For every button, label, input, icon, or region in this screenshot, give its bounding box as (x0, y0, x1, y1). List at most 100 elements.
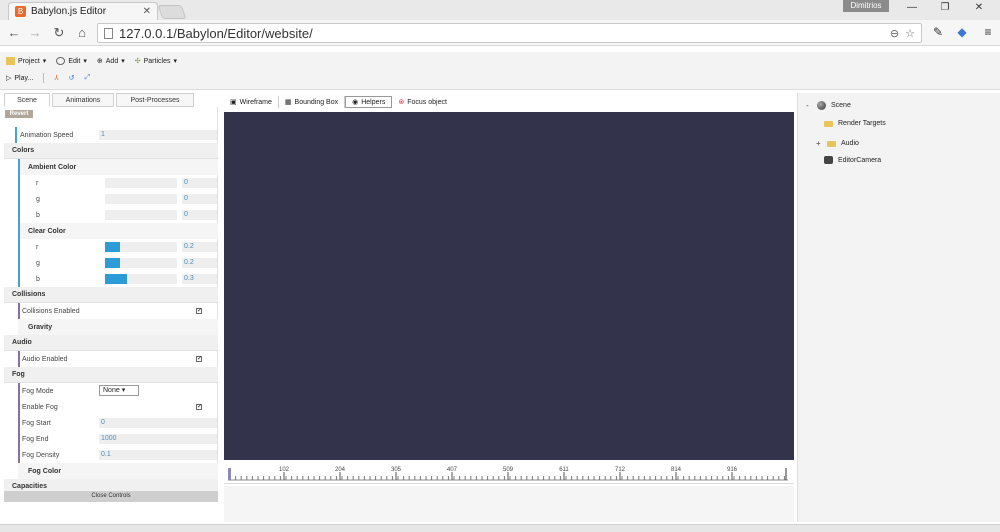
ruler-tick-label: 305 (391, 467, 402, 473)
tab-scene[interactable]: Scene (4, 93, 50, 107)
transform-scale-icon[interactable]: ⤢ (84, 74, 90, 82)
gravity-section[interactable]: Gravity (18, 319, 218, 335)
forward-arrow-icon[interactable]: → (27, 25, 43, 41)
particles-menu[interactable]: ✣ Particles ▾ (134, 57, 177, 66)
collapse-toggle-icon[interactable]: - (806, 101, 812, 110)
browser-tab[interactable]: B Babylon.js Editor ✕ (8, 2, 158, 20)
restore-icon[interactable]: ❐ (936, 2, 954, 13)
fog-mode-select[interactable]: None ▾ (99, 385, 139, 396)
address-bar[interactable]: 127.0.0.1/Babylon/Editor/website/ ⊖ ☆ (97, 23, 922, 43)
play-icon: ▷ (6, 75, 12, 82)
ambient-b-input[interactable]: 0 (182, 210, 217, 220)
ruler-tick-label: 407 (447, 467, 458, 473)
3d-viewport-canvas[interactable] (224, 112, 794, 460)
reload-icon[interactable]: ↻ (51, 25, 67, 41)
clear-r-slider[interactable] (105, 242, 177, 252)
scene-graph-panel: - Scene Render Targets + Audio EditorCam… (797, 93, 1000, 522)
ambient-g-input[interactable]: 0 (182, 194, 217, 204)
clear-b-input[interactable]: 0.3 (182, 274, 217, 284)
collisions-section[interactable]: Collisions (4, 287, 218, 303)
tree-item-editor-camera[interactable]: EditorCamera (824, 156, 881, 164)
colors-section[interactable]: Colors (4, 143, 218, 159)
clear-g-slider[interactable] (105, 258, 177, 268)
revert-button[interactable]: Revert (5, 110, 33, 118)
tab-post-processes[interactable]: Post-Processes (116, 93, 194, 107)
viewport-tabs: ▣ Wireframe ▦ Bounding Box ◉ Helpers ⊛ F… (224, 96, 453, 108)
enable-fog-row: Enable Fog ✓ (22, 403, 203, 411)
fog-section[interactable]: Fog (4, 367, 218, 383)
fog-color-section[interactable]: Fog Color (18, 463, 218, 479)
bounding-box-icon: ▦ (284, 99, 292, 106)
tree-item-audio[interactable]: + Audio (816, 139, 859, 148)
ruler-tick-label: 102 (279, 467, 290, 473)
ambient-color-section[interactable]: Ambient Color (18, 159, 218, 175)
tree-item-render-targets[interactable]: Render Targets (824, 120, 886, 127)
project-menu[interactable]: Project ▾ (6, 57, 46, 65)
eyedropper-extension-icon[interactable]: ✎ (930, 25, 946, 39)
close-controls-button[interactable]: Close Controls (4, 491, 218, 502)
animation-speed-input[interactable]: 1 (99, 130, 217, 140)
fog-end-input[interactable]: 1000 (99, 434, 217, 444)
fog-start-input[interactable]: 0 (99, 418, 217, 428)
tab-wireframe[interactable]: ▣ Wireframe (224, 96, 279, 108)
bookmark-star-icon[interactable]: ☆ (905, 27, 915, 40)
bottom-panel (224, 486, 794, 522)
tab-helpers[interactable]: ◉ Helpers (345, 96, 393, 108)
add-menu[interactable]: ⊕ Add ▾ (96, 57, 125, 66)
camera-icon (824, 156, 833, 164)
browser-menu-icon[interactable]: ≡ (980, 25, 996, 39)
fog-end-row: Fog End 1000 (4, 431, 218, 447)
transform-position-icon[interactable]: ⅄ (54, 74, 58, 82)
tab-animations[interactable]: Animations (52, 93, 114, 107)
url-text[interactable]: 127.0.0.1/Babylon/Editor/website/ (119, 26, 890, 41)
new-tab-button[interactable] (157, 5, 187, 19)
fog-density-input[interactable]: 0.1 (99, 450, 217, 460)
collisions-enabled-checkbox[interactable]: ✓ (196, 308, 202, 314)
extension-diamond-icon[interactable]: ◆ (954, 25, 970, 39)
fog-mode-row: Fog Mode None ▾ (4, 383, 218, 399)
enable-fog-checkbox[interactable]: ✓ (196, 404, 202, 410)
folder-icon (827, 140, 836, 147)
timeline-cursor[interactable] (228, 468, 231, 480)
gear-icon (56, 57, 66, 65)
clear-color-section[interactable]: Clear Color (18, 223, 218, 239)
timeline-ruler[interactable]: 102 204 305 407 509 611 712 814 916 (228, 464, 788, 482)
clear-b-slider[interactable] (105, 274, 177, 284)
status-bar (0, 524, 1000, 532)
minimize-icon[interactable]: — (903, 2, 921, 13)
ambient-g-slider[interactable] (105, 194, 177, 204)
ambient-r-input[interactable]: 0 (182, 178, 217, 188)
audio-enabled-row: Audio Enabled ✓ (22, 355, 203, 363)
timeline[interactable]: 102 204 305 407 509 611 712 814 916 (224, 462, 794, 484)
browser-titlebar: B Babylon.js Editor ✕ Dimitrios — ❐ ✕ (0, 0, 1000, 20)
tab-close-icon[interactable]: ✕ (143, 6, 151, 17)
ambient-r-slider[interactable] (105, 178, 177, 188)
profile-badge[interactable]: Dimitrios (843, 0, 889, 12)
page-icon (104, 27, 113, 39)
transform-rotate-icon[interactable]: ↺ (69, 74, 75, 82)
expand-toggle-icon[interactable]: + (816, 139, 822, 148)
tree-item-scene[interactable]: - Scene (806, 101, 851, 110)
zoom-icon[interactable]: ⊖ (890, 27, 899, 40)
audio-section[interactable]: Audio (4, 335, 218, 351)
clear-g-input[interactable]: 0.2 (182, 258, 217, 268)
audio-enabled-checkbox[interactable]: ✓ (196, 356, 202, 362)
particles-icon: ✣ (134, 58, 141, 65)
window-close-icon[interactable]: ✕ (970, 2, 988, 13)
clear-r-input[interactable]: 0.2 (182, 242, 217, 252)
ruler-tick-label: 611 (559, 467, 569, 473)
back-arrow-icon[interactable]: ← (6, 25, 22, 41)
home-icon[interactable]: ⌂ (74, 25, 90, 41)
play-button[interactable]: ▷ Play... (6, 74, 33, 83)
ambient-g-row: g 0 (4, 191, 218, 207)
ambient-r-row: r 0 (4, 175, 218, 191)
cube-icon: ▣ (230, 99, 237, 106)
plus-circle-icon: ⊕ (96, 58, 103, 65)
toolbar-separator (43, 73, 45, 83)
ambient-b-slider[interactable] (105, 210, 177, 220)
tab-focus-object[interactable]: ⊛ Focus object (392, 96, 453, 108)
edit-menu[interactable]: Edit ▾ (56, 57, 87, 65)
focus-icon: ⊛ (398, 99, 405, 106)
clear-b-row: b 0.3 (4, 271, 218, 287)
tab-bounding-box[interactable]: ▦ Bounding Box (279, 96, 346, 108)
